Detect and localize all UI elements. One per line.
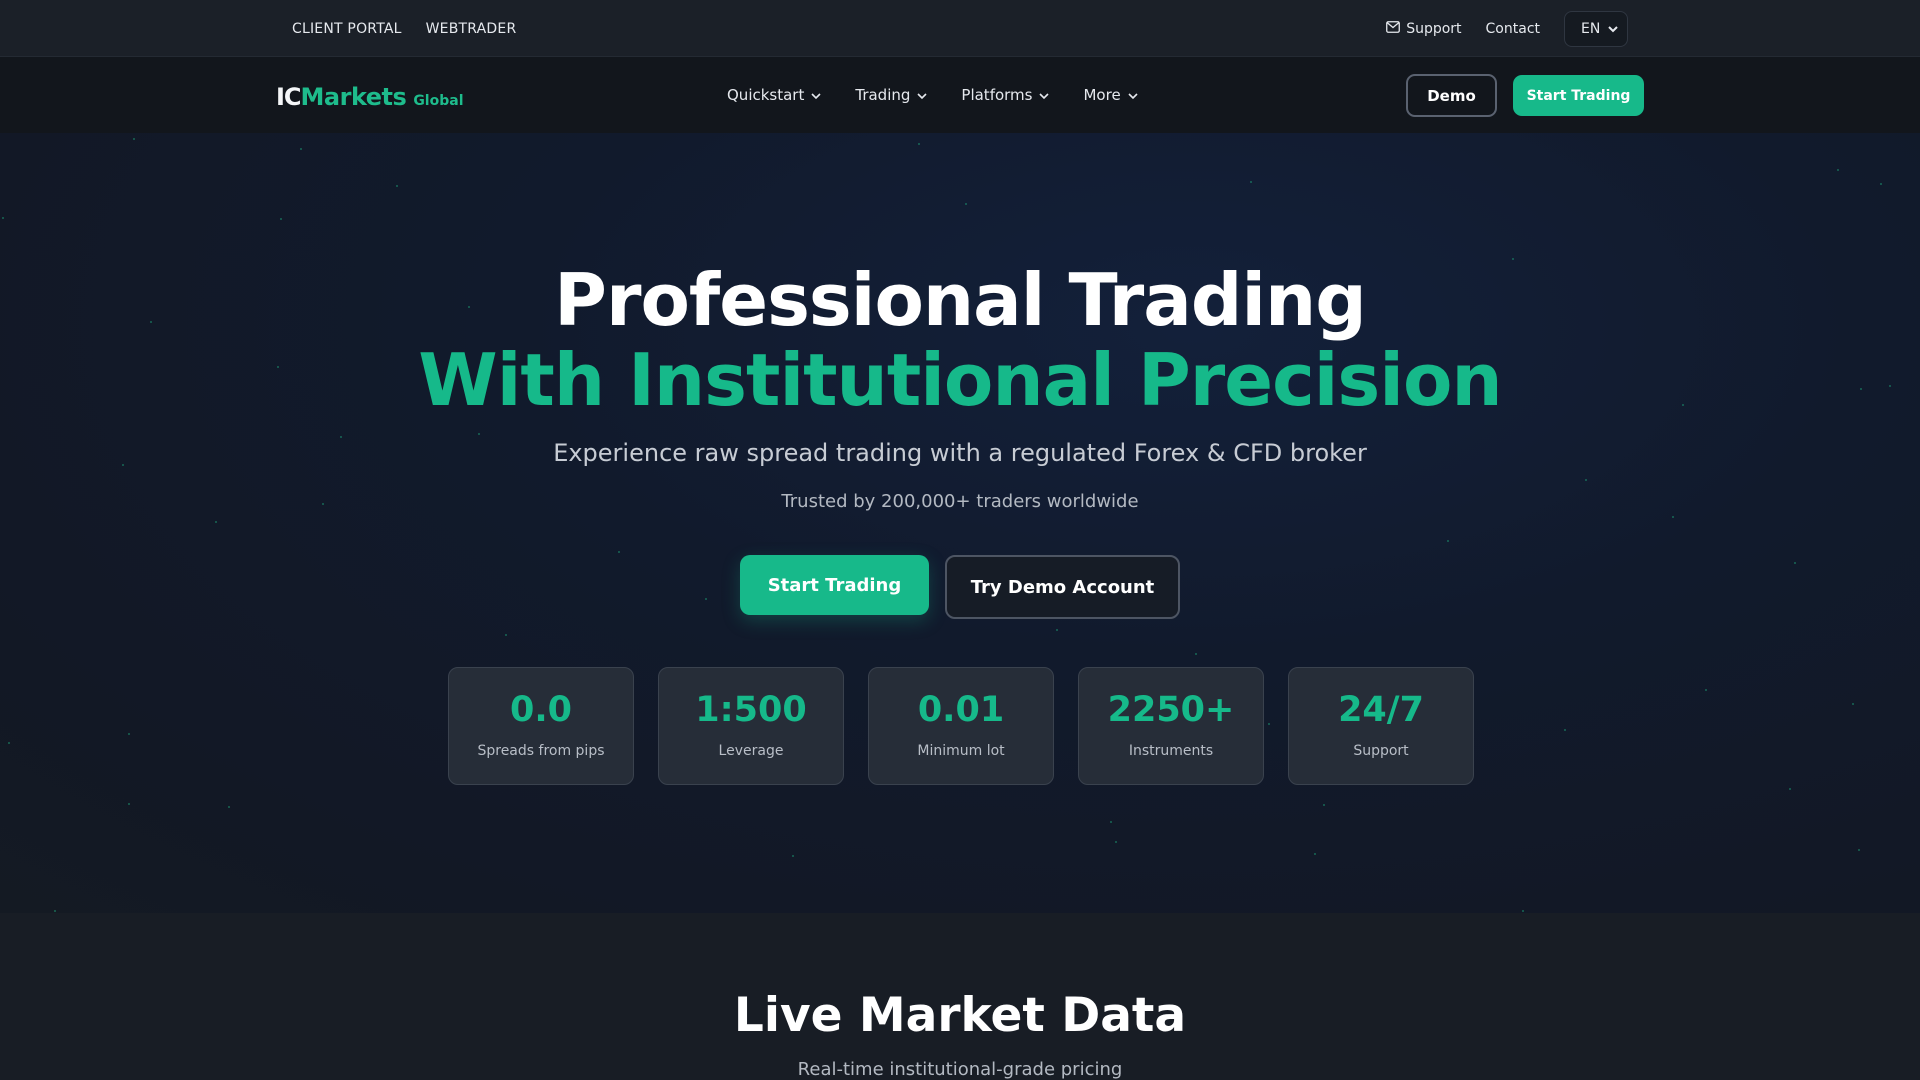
nav-item-quickstart[interactable]: Quickstart	[727, 86, 821, 104]
hero-section: Professional Trading With Institutional …	[0, 133, 1920, 913]
stat-label: Support	[1353, 743, 1409, 759]
star-dot	[1110, 821, 1112, 823]
star-dot	[1672, 516, 1674, 518]
star-dot	[300, 148, 302, 150]
star-dot	[478, 433, 480, 435]
star-dot	[1585, 479, 1587, 481]
utility-right: Support Contact EN	[1386, 0, 1628, 57]
star-dot	[1852, 703, 1854, 705]
star-dot	[918, 143, 920, 145]
star-dot	[505, 634, 507, 636]
language-select[interactable]: EN	[1564, 10, 1628, 47]
star-dot	[54, 910, 56, 912]
star-dot	[128, 733, 130, 735]
stats-row: 0.0 Spreads from pips 1:500 Leverage 0.0…	[448, 667, 1474, 785]
live-market-title: Live Market Data	[733, 988, 1187, 1043]
star-dot	[705, 598, 707, 600]
logo-markets-text: Markets	[300, 83, 407, 111]
star-dot	[1789, 788, 1791, 790]
support-link[interactable]: Support	[1386, 20, 1462, 37]
language-value: EN	[1581, 20, 1601, 37]
star-dot	[1250, 181, 1252, 183]
stat-value: 0.01	[917, 690, 1005, 730]
star-dot	[128, 803, 130, 805]
icmarkets-logo[interactable]: IC Markets Global	[276, 83, 464, 111]
star-dot	[228, 806, 230, 808]
hero-title-line2: With Institutional Precision	[418, 338, 1502, 422]
hero-title-line1: Professional Trading	[554, 258, 1367, 342]
stat-value: 2250+	[1107, 690, 1235, 730]
contact-link[interactable]: Contact	[1486, 21, 1540, 37]
star-dot	[792, 855, 794, 857]
start-trading-button[interactable]: Start Trading	[1513, 75, 1644, 116]
main-navigation: IC Markets Global Quickstart Trading Pla…	[0, 57, 1920, 133]
hero-start-trading-button[interactable]: Start Trading	[740, 555, 929, 615]
hero-subtitle: Experience raw spread trading with a reg…	[553, 439, 1367, 467]
star-dot	[2, 217, 4, 219]
star-dot	[8, 742, 10, 744]
live-market-subtitle: Real-time institutional-grade pricing	[797, 1059, 1123, 1080]
star-dot	[1564, 729, 1566, 731]
star-dot	[1858, 849, 1860, 851]
stat-card-support: 24/7 Support	[1288, 667, 1474, 785]
support-label: Support	[1406, 20, 1462, 37]
chevron-down-icon	[917, 86, 927, 104]
logo-ic-text: IC	[276, 83, 302, 111]
nav-item-label: Trading	[855, 86, 911, 104]
star-dot	[1705, 689, 1707, 691]
star-dot	[618, 551, 620, 553]
stat-value: 24/7	[1338, 690, 1424, 730]
stat-label: Minimum lot	[917, 743, 1005, 759]
star-dot	[1314, 853, 1316, 855]
nav-item-more[interactable]: More	[1083, 86, 1138, 104]
star-dot	[1447, 540, 1449, 542]
star-dot	[1794, 562, 1796, 564]
star-dot	[1195, 653, 1197, 655]
stat-value: 0.0	[509, 690, 572, 730]
stat-value: 1:500	[695, 690, 807, 730]
nav-item-label: Platforms	[961, 86, 1033, 104]
star-dot	[133, 138, 135, 140]
chevron-down-icon	[811, 86, 821, 104]
star-dot	[1056, 629, 1058, 631]
chevron-down-icon	[1128, 86, 1138, 104]
demo-button[interactable]: Demo	[1406, 74, 1497, 117]
stat-card-leverage: 1:500 Leverage	[658, 667, 844, 785]
star-dot	[1837, 169, 1839, 171]
star-dot	[396, 185, 398, 187]
stat-label: Instruments	[1128, 743, 1214, 759]
nav-item-label: More	[1083, 86, 1121, 104]
star-dot	[1880, 183, 1882, 185]
chevron-down-icon	[1039, 86, 1050, 104]
webtrader-link[interactable]: WEBTRADER	[426, 21, 517, 37]
logo-global-text: Global	[413, 93, 464, 109]
stat-card-instruments: 2250+ Instruments	[1078, 667, 1264, 785]
star-dot	[215, 521, 217, 523]
stat-card-minimum-lot: 0.01 Minimum lot	[868, 667, 1054, 785]
hero-try-demo-button[interactable]: Try Demo Account	[945, 555, 1180, 619]
star-dot	[280, 218, 282, 220]
stat-label: Leverage	[718, 743, 784, 759]
stat-label: Spreads from pips	[477, 743, 605, 759]
mail-icon	[1386, 20, 1401, 37]
star-dot	[1323, 804, 1325, 806]
nav-item-trading[interactable]: Trading	[855, 86, 927, 104]
nav-menu: Quickstart Trading Platforms More	[727, 57, 1138, 133]
star-dot	[965, 203, 967, 205]
nav-item-platforms[interactable]: Platforms	[961, 86, 1050, 104]
hero-trust-text: Trusted by 200,000+ traders worldwide	[781, 491, 1139, 512]
chevron-down-icon	[1608, 21, 1618, 37]
star-dot	[340, 436, 342, 438]
utility-links: CLIENT PORTAL WEBTRADER	[292, 0, 516, 57]
nav-item-label: Quickstart	[727, 86, 805, 104]
star-dot	[1522, 910, 1524, 912]
stat-card-spreads: 0.0 Spreads from pips	[448, 667, 634, 785]
star-dot	[1115, 841, 1117, 843]
top-utility-bar: CLIENT PORTAL WEBTRADER Support Contact …	[0, 0, 1920, 57]
client-portal-link[interactable]: CLIENT PORTAL	[292, 21, 402, 37]
